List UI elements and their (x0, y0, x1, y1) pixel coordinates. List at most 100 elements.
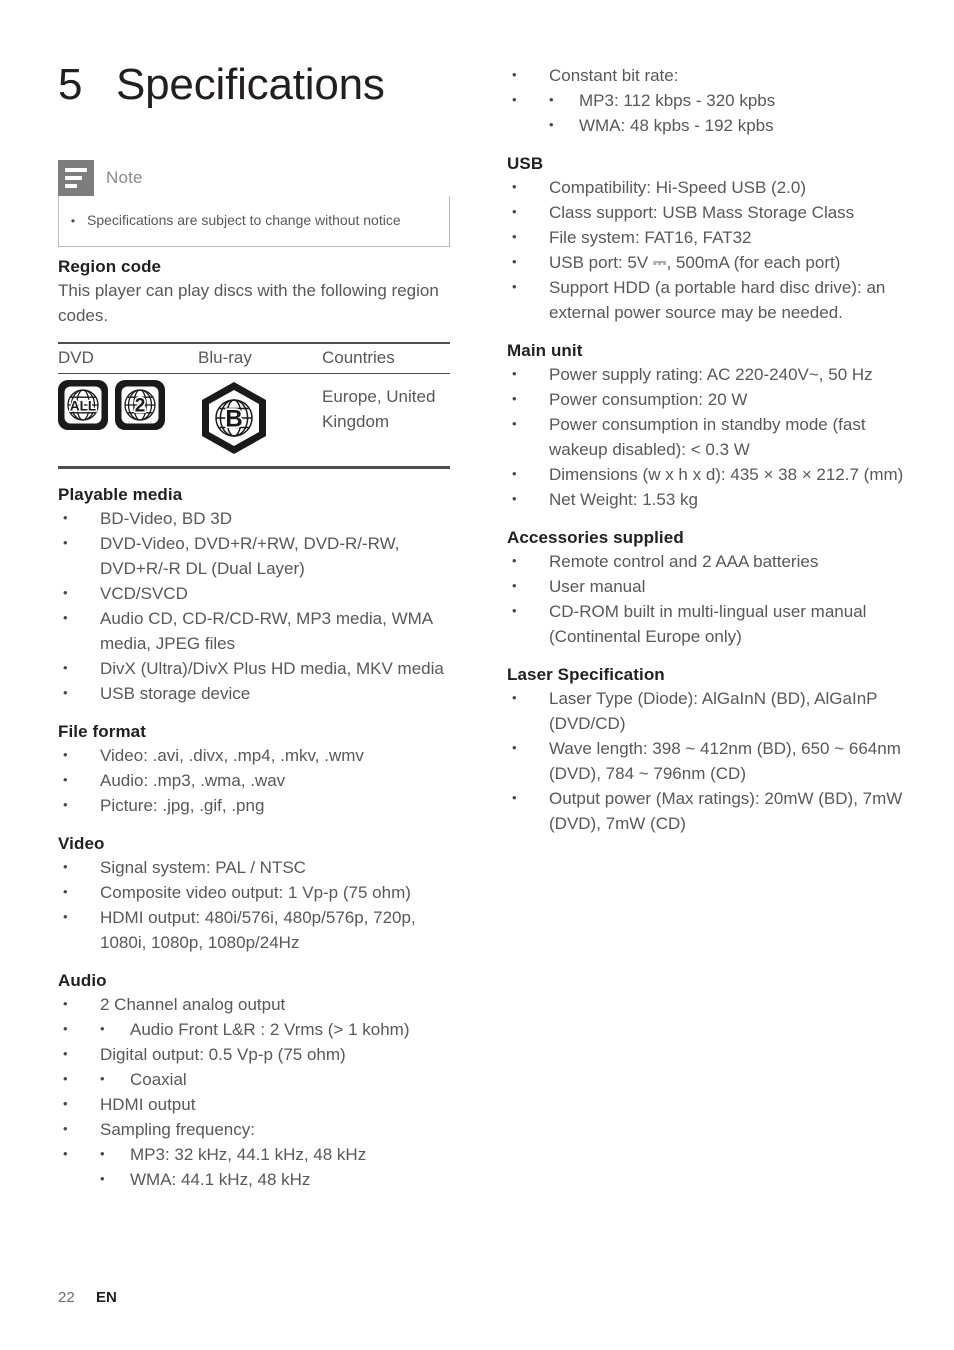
list-item: Digital output: 0.5 Vp-p (75 ohm) (58, 1041, 458, 1067)
audio-sublist: Audio Front L&R : 2 Vrms (> 1 kohm) (100, 1016, 458, 1042)
video-list: Signal system: PAL / NTSC Composite vide… (58, 854, 458, 955)
list-item: 2 Channel analog output (58, 991, 458, 1017)
section-heading: Main unit (507, 341, 583, 360)
list-item: Audio: .mp3, .wma, .wav (58, 767, 458, 793)
list-item: DivX (Ultra)/DivX Plus HD media, MKV med… (58, 655, 458, 681)
section-heading: Accessories supplied (507, 528, 684, 547)
main-unit-list: Power supply rating: AC 220-240V~, 50 Hz… (507, 361, 907, 512)
left-column: Region code This player can play discs w… (58, 257, 458, 1192)
list-item: Audio Front L&R : 2 Vrms (> 1 kohm) (100, 1016, 458, 1042)
table-row: ALL 2 B Europe, United Kingdom (58, 374, 450, 466)
list-item: File system: FAT16, FAT32 (507, 224, 907, 250)
section-heading: Playable media (58, 484, 183, 504)
section-playable-media: Playable media BD-Video, BD 3D DVD-Video… (58, 485, 458, 706)
section-laser-specification: Laser Specification Laser Type (Diode): … (507, 665, 907, 836)
note-label: Note (106, 168, 143, 187)
section-accessories-supplied: Accessories supplied Remote control and … (507, 528, 907, 649)
section-heading: USB (507, 154, 544, 173)
column-header-countries: Countries (322, 347, 395, 367)
section-usb: USB Compatibility: Hi-Speed USB (2.0) Cl… (507, 154, 907, 325)
sublist-container: Coaxial (58, 1066, 458, 1092)
section-region-code: Region code This player can play discs w… (58, 257, 458, 469)
region-code-table: DVD Blu-ray Countries ALL 2 B Europe, Un… (58, 342, 450, 469)
accessories-list: Remote control and 2 AAA batteries User … (507, 548, 907, 649)
section-constant-bit-rate: Constant bit rate: MP3: 112 kbps - 320 k… (507, 62, 907, 138)
page-title: 5 Specifications (58, 60, 385, 110)
list-item: Audio CD, CD-R/CD-RW, MP3 media, WMA med… (58, 605, 458, 656)
countries-cell: Europe, United Kingdom (322, 380, 450, 434)
section-heading: File format (58, 721, 147, 741)
list-item: Constant bit rate: (507, 62, 907, 88)
column-header-dvd: DVD (58, 347, 94, 367)
list-item: Composite video output: 1 Vp-p (75 ohm) (58, 879, 458, 905)
list-item: Sampling frequency: (58, 1116, 458, 1142)
list-item: MP3: 32 kHz, 44.1 kHz, 48 kHz (100, 1141, 458, 1167)
dvd-region-2-icon: 2 (115, 380, 165, 430)
list-item: Class support: USB Mass Storage Class (507, 199, 907, 225)
section-main-unit: Main unit Power supply rating: AC 220-24… (507, 341, 907, 512)
page-number: 22 (58, 1289, 75, 1306)
audio-sublist: MP3: 32 kHz, 44.1 kHz, 48 kHz WMA: 44.1 … (100, 1141, 458, 1192)
section-file-format: File format Video: .avi, .divx, .mp4, .m… (58, 722, 458, 818)
list-item: Compatibility: Hi-Speed USB (2.0) (507, 174, 907, 200)
audio-list: 2 Channel analog output Audio Front L&R … (58, 991, 458, 1192)
note-item: Specifications are subject to change wit… (87, 212, 401, 228)
section-heading: Region code (58, 257, 162, 276)
list-item: Picture: .jpg, .gif, .png (58, 792, 458, 818)
section-video: Video Signal system: PAL / NTSC Composit… (58, 834, 458, 955)
page-footer: 22 EN (58, 1289, 117, 1306)
table-header-row: DVD Blu-ray Countries (58, 344, 450, 373)
list-item: WMA: 48 kpbs - 192 kpbs (549, 112, 907, 138)
list-item: BD-Video, BD 3D (58, 505, 458, 531)
sublist-container: MP3: 112 kbps - 320 kpbs WMA: 48 kpbs - … (507, 87, 907, 138)
list-item: Support HDD (a portable hard disc drive)… (507, 274, 907, 325)
bitrate-list: Constant bit rate: MP3: 112 kbps - 320 k… (507, 62, 907, 138)
note-box: Note • Specifications are subject to cha… (58, 160, 450, 247)
list-item: WMA: 44.1 kHz, 48 kHz (100, 1166, 458, 1192)
list-item: HDMI output (58, 1091, 458, 1117)
list-item: Net Weight: 1.53 kg (507, 486, 907, 512)
usb-list: Compatibility: Hi-Speed USB (2.0) Class … (507, 174, 907, 325)
list-item: HDMI output: 480i/576i, 480p/576p, 720p,… (58, 904, 458, 955)
svg-text:B: B (225, 406, 242, 433)
column-header-bluray: Blu-ray (198, 347, 252, 367)
region-code-intro: This player can play discs with the foll… (58, 281, 439, 325)
file-format-list: Video: .avi, .divx, .mp4, .mkv, .wmv Aud… (58, 742, 458, 818)
bullet-icon: • (70, 214, 76, 228)
list-item: DVD-Video, DVD+R/+RW, DVD-R/-RW, DVD+R/-… (58, 530, 458, 581)
dvd-region-cell: ALL 2 (58, 380, 198, 430)
list-item: Output power (Max ratings): 20mW (BD), 7… (507, 785, 907, 836)
sublist-container: Audio Front L&R : 2 Vrms (> 1 kohm) (58, 1016, 458, 1042)
list-item: USB storage device (58, 680, 458, 706)
section-heading: Audio (58, 970, 107, 990)
chapter-number: 5 (58, 60, 83, 109)
note-header: Note (58, 160, 450, 196)
list-item: Coaxial (100, 1066, 458, 1092)
list-item: Dimensions (w x h x d): 435 × 38 × 212.7… (507, 461, 907, 487)
dvd-region-all-icon: ALL (58, 380, 108, 430)
bluray-region-cell: B (198, 380, 322, 456)
svg-text:2: 2 (135, 396, 146, 417)
note-lines-icon (58, 160, 94, 196)
list-item: Video: .avi, .divx, .mp4, .mkv, .wmv (58, 742, 458, 768)
list-item: Signal system: PAL / NTSC (58, 854, 458, 880)
list-item: User manual (507, 573, 907, 599)
list-item: USB port: 5V ⎓, 500mA (for each port) (507, 249, 907, 275)
audio-sublist: Coaxial (100, 1066, 458, 1092)
section-heading: Laser Specification (507, 665, 665, 684)
language-code: EN (96, 1289, 117, 1306)
section-audio: Audio 2 Channel analog output Audio Fron… (58, 971, 458, 1192)
bitrate-sublist: MP3: 112 kbps - 320 kpbs WMA: 48 kpbs - … (549, 87, 907, 138)
table-rule-bottom (58, 466, 450, 469)
list-item: Power supply rating: AC 220-240V~, 50 Hz (507, 361, 907, 387)
list-item: Wave length: 398 ~ 412nm (BD), 650 ~ 664… (507, 735, 907, 786)
laser-list: Laser Type (Diode): AlGaInN (BD), AlGaIn… (507, 685, 907, 836)
list-item: CD-ROM built in multi-lingual user manua… (507, 598, 907, 649)
sublist-container: MP3: 32 kHz, 44.1 kHz, 48 kHz WMA: 44.1 … (58, 1141, 458, 1192)
list-item: Laser Type (Diode): AlGaInN (BD), AlGaIn… (507, 685, 907, 736)
svg-text:ALL: ALL (70, 398, 96, 413)
list-item: Remote control and 2 AAA batteries (507, 548, 907, 574)
section-heading: Video (58, 833, 105, 853)
bluray-region-b-icon: B (198, 380, 322, 456)
note-body: • Specifications are subject to change w… (58, 196, 450, 247)
